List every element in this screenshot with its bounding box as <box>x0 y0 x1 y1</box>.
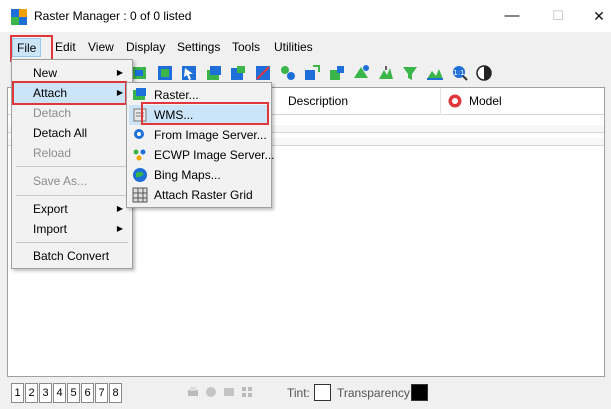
close-button[interactable]: ✕ <box>576 0 611 32</box>
submenu-arrow-icon: ▶ <box>116 204 123 213</box>
file-menu-save-as: Save As... <box>33 174 88 188</box>
menu-settings[interactable]: Settings <box>174 38 223 57</box>
file-menu-batch-convert[interactable]: Batch Convert <box>14 246 130 266</box>
grid-icon[interactable] <box>240 385 254 399</box>
menu-separator <box>16 166 128 167</box>
transparency-label: Transparency: <box>337 386 414 400</box>
open-raster-tool-icon[interactable] <box>156 64 174 82</box>
menu-separator <box>16 242 128 243</box>
column-model[interactable]: Model <box>469 94 502 108</box>
attach-submenu: Raster... WMS... From Image Server... EC… <box>126 82 275 208</box>
attach-raster-grid-label: Attach Raster Grid <box>154 188 253 202</box>
menu-view[interactable]: View <box>85 38 117 57</box>
attach-image-server-label: From Image Server... <box>154 128 267 142</box>
attach-raster-grid[interactable]: Attach Raster Grid <box>129 185 269 205</box>
view-button-4[interactable]: 4 <box>53 383 66 403</box>
globe-icon[interactable] <box>204 385 218 399</box>
file-menu-detach-all[interactable]: Detach All <box>14 123 130 143</box>
raster-scale-tool-icon[interactable] <box>328 64 346 82</box>
raster-manager-window: Raster Manager : 0 of 0 listed — ☐ ✕ Fil… <box>0 0 611 409</box>
maximize-button[interactable]: ☐ <box>535 0 581 32</box>
file-menu-detach: Detach <box>33 106 72 120</box>
view-button-6[interactable]: 6 <box>81 383 94 403</box>
view-button-1[interactable]: 1 <box>11 383 24 403</box>
file-menu-reload: Reload <box>33 146 72 160</box>
ecwp-icon <box>133 149 146 161</box>
raster-edit-tool-icon[interactable] <box>229 64 247 82</box>
zoom-to-raster-tool-icon[interactable]: 1:1 <box>451 64 469 82</box>
column-divider[interactable] <box>440 88 441 115</box>
raster-mosaic-tool-icon[interactable] <box>279 64 297 82</box>
raster-move-tool-icon[interactable] <box>303 64 321 82</box>
image-server-icon <box>134 129 144 139</box>
file-menu-new-label: New <box>33 66 58 80</box>
raster-map-tool-icon[interactable] <box>426 64 444 82</box>
raster-warp-tool-icon[interactable] <box>352 64 370 82</box>
transparency-swatch[interactable] <box>411 384 428 401</box>
select-raster-tool-icon[interactable] <box>180 64 198 82</box>
file-menu-new[interactable]: New ▶ <box>14 63 130 83</box>
raster-grid-icon <box>132 187 148 203</box>
submenu-arrow-icon: ▶ <box>116 224 123 233</box>
file-menu-export[interactable]: Export ▶ <box>14 199 130 219</box>
raster-clip-tool-icon[interactable] <box>254 64 272 82</box>
menu-bar: File Edit View Display Settings Tools Ut… <box>0 36 611 59</box>
submenu-arrow-icon: ▶ <box>116 68 123 77</box>
attach-from-image-server[interactable]: From Image Server... <box>129 125 269 145</box>
file-menu-import[interactable]: Import ▶ <box>14 219 130 239</box>
print-icon[interactable] <box>186 385 200 399</box>
bing-maps-icon <box>133 168 147 182</box>
view-button-3[interactable]: 3 <box>39 383 52 403</box>
attach-bing-maps[interactable]: Bing Maps... <box>129 165 269 185</box>
file-menu-export-label: Export <box>33 202 68 216</box>
attach-bing-maps-label: Bing Maps... <box>154 168 221 182</box>
attach-raster-tool-icon[interactable] <box>131 64 149 82</box>
raster-layer-tool-icon[interactable] <box>205 64 223 82</box>
attach-raster-label: Raster... <box>154 88 199 102</box>
attach-ecwp-image-server[interactable]: ECWP Image Server... <box>129 145 275 165</box>
menu-display[interactable]: Display <box>123 38 168 57</box>
raster-display-tool-icon[interactable] <box>475 64 493 82</box>
raster-terrain-tool-icon[interactable] <box>377 64 395 82</box>
tint-label: Tint: <box>287 386 310 400</box>
raster-icon <box>133 88 146 100</box>
view-button-7[interactable]: 7 <box>95 383 108 403</box>
window-title: Raster Manager : 0 of 0 listed <box>34 9 192 23</box>
layers-icon[interactable] <box>222 385 236 399</box>
attach-item-highlight-box <box>12 81 127 105</box>
wms-item-highlight-box <box>141 102 269 125</box>
file-menu-import-label: Import <box>33 222 68 236</box>
model-column-icon <box>448 94 462 108</box>
view-button-2[interactable]: 2 <box>25 383 38 403</box>
menu-separator <box>16 195 128 196</box>
menu-edit[interactable]: Edit <box>52 38 79 57</box>
view-button-8[interactable]: 8 <box>109 383 122 403</box>
column-description[interactable]: Description <box>288 94 348 108</box>
minimize-button[interactable]: — <box>489 0 535 32</box>
title-bar: Raster Manager : 0 of 0 listed — ☐ ✕ <box>0 0 611 32</box>
attach-ecwp-label: ECWP Image Server... <box>154 148 275 162</box>
menu-tools[interactable]: Tools <box>229 38 263 57</box>
svg-text:1:1: 1:1 <box>453 69 464 77</box>
view-button-5[interactable]: 5 <box>67 383 80 403</box>
menu-utilities[interactable]: Utilities <box>271 38 316 57</box>
file-menu-highlight-box <box>10 35 53 62</box>
raster-manager-app-icon <box>11 9 27 25</box>
raster-filter-tool-icon[interactable] <box>401 64 419 82</box>
status-bar: 1 2 3 4 5 6 7 8 Tint: Transparency: <box>0 378 611 409</box>
tint-swatch[interactable] <box>314 384 331 401</box>
